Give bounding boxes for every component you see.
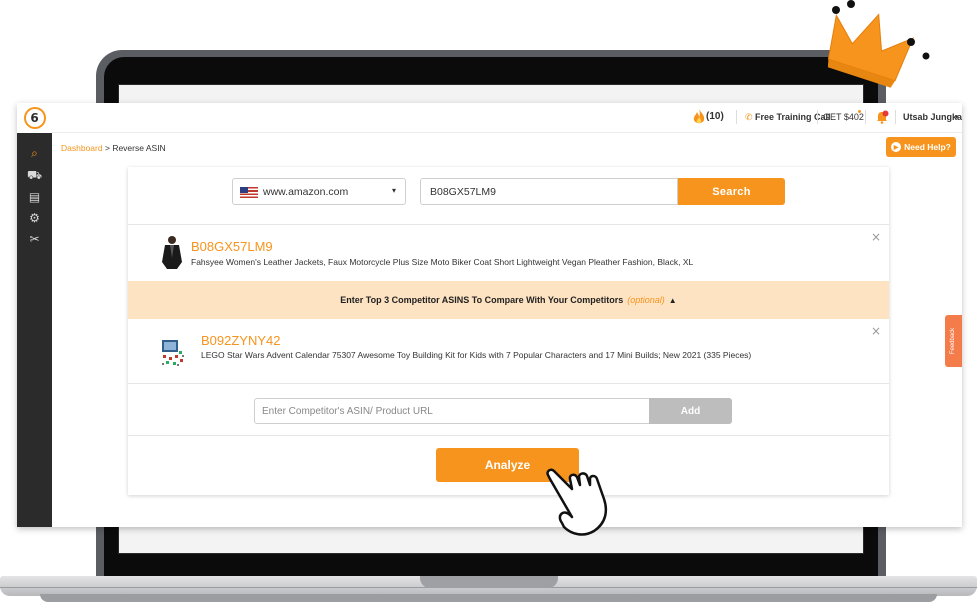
- competitor-title: LEGO Star Wars Advent Calendar 75307 Awe…: [201, 350, 752, 360]
- stage: 6 ⌕ ⛟ ▤ ⚙ ✂ (10) ✆ Free Training Call GE…: [0, 0, 977, 607]
- credits-count[interactable]: (10): [706, 111, 724, 122]
- chevron-down-icon: ▾: [391, 186, 396, 195]
- breadcrumb-current: Reverse ASIN: [112, 143, 166, 153]
- breadcrumb: Dashboard > Reverse ASIN: [61, 143, 166, 153]
- breadcrumb-separator: >: [104, 143, 110, 153]
- us-flag-icon: [240, 187, 258, 198]
- marketplace-select[interactable]: www.amazon.com ▾: [232, 178, 406, 205]
- separator: [817, 110, 818, 124]
- sidebar: 6 ⌕ ⛟ ▤ ⚙ ✂: [17, 103, 52, 527]
- divider: [128, 224, 889, 225]
- logo-icon: 6: [23, 107, 46, 129]
- close-icon[interactable]: ×: [871, 324, 881, 338]
- crown-icon: [827, 0, 930, 88]
- add-competitor-button[interactable]: Add: [649, 398, 732, 424]
- logo[interactable]: 6: [17, 103, 52, 133]
- compare-banner-optional: (optional): [627, 295, 665, 305]
- breadcrumb-dashboard-link[interactable]: Dashboard: [61, 143, 103, 153]
- app-window: 6 ⌕ ⛟ ▤ ⚙ ✂ (10) ✆ Free Training Call GE…: [17, 103, 962, 527]
- pointer-hand-icon: [546, 468, 608, 536]
- competitor-asin[interactable]: B092ZYNY42: [201, 333, 281, 348]
- divider: [128, 383, 889, 384]
- laptop-notch: [420, 576, 558, 588]
- divider: [128, 435, 889, 436]
- search-button[interactable]: Search: [678, 178, 785, 205]
- product-image: [162, 236, 182, 269]
- tools-icon[interactable]: ✂: [17, 229, 52, 249]
- close-icon[interactable]: ×: [871, 230, 881, 244]
- free-training-call-link[interactable]: Free Training Call: [755, 112, 831, 122]
- get-offer-link[interactable]: GET $402: [823, 112, 864, 122]
- fire-icon: [693, 109, 705, 124]
- asin-input[interactable]: B08GX57LM9: [420, 178, 678, 205]
- cart-icon[interactable]: ⛟: [17, 166, 52, 186]
- feedback-label: Feedback: [950, 327, 957, 355]
- main-product-asin[interactable]: B08GX57LM9: [191, 239, 273, 254]
- collapse-arrow-icon: ▲: [668, 295, 677, 305]
- separator: [895, 110, 896, 124]
- compare-banner-text: Enter Top 3 Competitor ASINS To Compare …: [340, 295, 624, 305]
- bell-icon[interactable]: [875, 110, 889, 124]
- topbar: (10) ✆ Free Training Call GET $402 Utsab…: [52, 103, 962, 133]
- separator: [865, 110, 866, 124]
- laptop-base-shadow: [40, 594, 937, 602]
- feedback-tab[interactable]: Feedback: [945, 315, 962, 367]
- offer-dot: [858, 110, 861, 113]
- compare-banner[interactable]: Enter Top 3 Competitor ASINS To Compare …: [128, 281, 889, 319]
- clipboard-icon[interactable]: ▤: [17, 187, 52, 207]
- marketplace-value: www.amazon.com: [263, 186, 349, 198]
- competitor-asin-input[interactable]: Enter Competitor's ASIN/ Product URL: [254, 398, 650, 424]
- need-help-button[interactable]: ▶ Need Help?: [886, 137, 956, 157]
- reverse-search-icon[interactable]: ⌕: [17, 143, 52, 163]
- need-help-label: Need Help?: [904, 142, 951, 152]
- separator: [736, 110, 737, 124]
- play-icon: ▶: [891, 142, 902, 152]
- user-name[interactable]: Utsab Jungkarki: [903, 112, 962, 122]
- gear-icon[interactable]: ⚙: [17, 208, 52, 228]
- user-menu-caret-icon[interactable]: ▾: [955, 113, 959, 121]
- main-product-title: Fahsyee Women's Leather Jackets, Faux Mo…: [191, 257, 694, 267]
- phone-icon: ✆: [745, 112, 753, 122]
- competitor-product-image: [162, 340, 184, 366]
- reverse-asin-card: www.amazon.com ▾ B08GX57LM9 Search B08GX…: [128, 167, 889, 495]
